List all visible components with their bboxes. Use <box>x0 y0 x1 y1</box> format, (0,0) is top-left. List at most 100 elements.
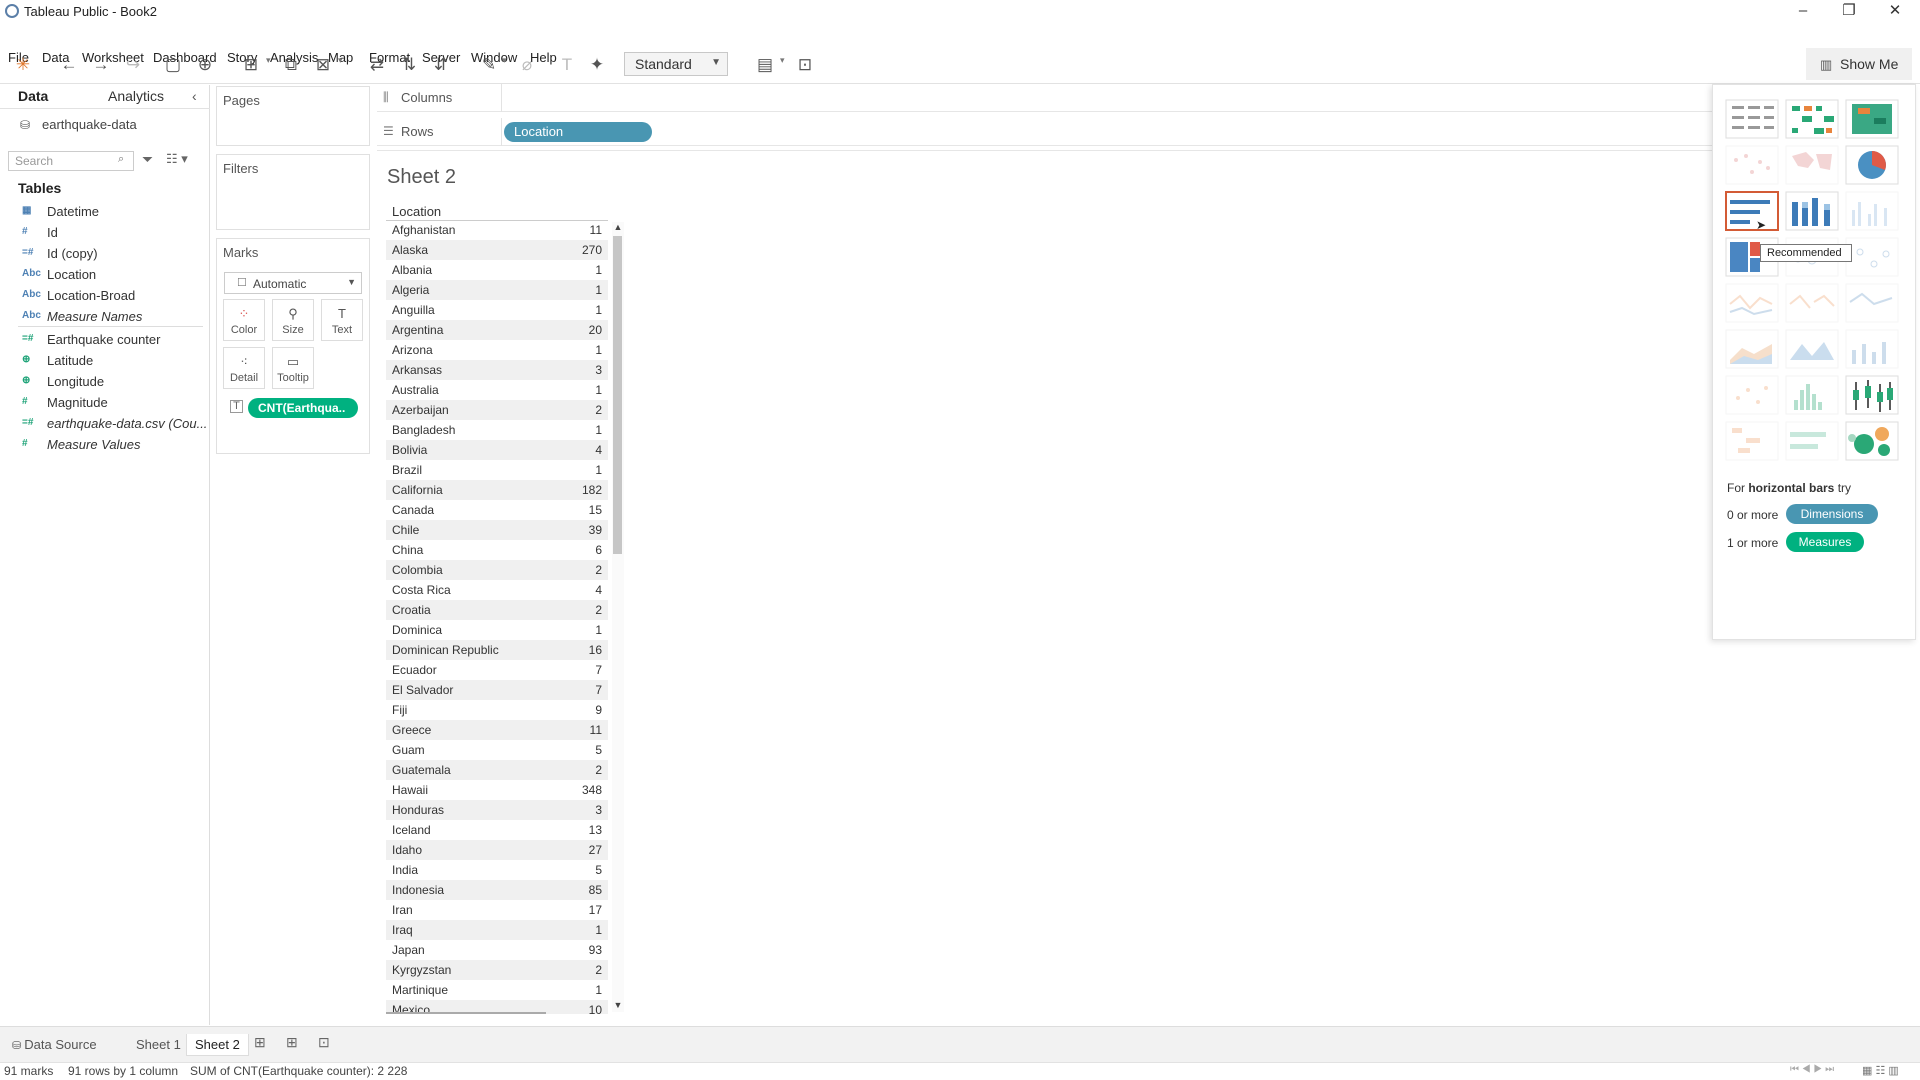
tableau-logo-icon[interactable]: ✳ <box>10 52 36 78</box>
continuous-area-chart-icon[interactable] <box>1725 329 1779 369</box>
table-row[interactable]: Iraq 1 <box>386 920 608 940</box>
field-item[interactable]: # Measure Values <box>0 435 205 455</box>
new-dashboard-tab-icon[interactable]: ⊞ <box>286 1034 298 1051</box>
sort-ascending-icon[interactable]: ⇅ <box>396 52 422 78</box>
field-item[interactable]: # Id <box>0 223 205 243</box>
table-row[interactable]: Dominica 1 <box>386 620 608 640</box>
table-row[interactable]: El Salvador 7 <box>386 680 608 700</box>
pie-chart-icon[interactable] <box>1845 145 1899 185</box>
field-item[interactable]: # Magnitude <box>0 393 205 413</box>
table-row[interactable]: China 6 <box>386 540 608 560</box>
tab-data-source[interactable]: ⛁ Data Source <box>4 1034 105 1056</box>
text-table-chart-icon[interactable] <box>1725 99 1779 139</box>
restore-button[interactable]: ❐ <box>1826 0 1872 24</box>
color-button[interactable]: ⁘ Color <box>223 299 265 341</box>
scroll-up-icon[interactable]: ▲ <box>612 222 624 232</box>
table-row[interactable]: Azerbaijan 2 <box>386 400 608 420</box>
tab-sheet-2[interactable]: Sheet 2 <box>186 1034 249 1056</box>
table-row[interactable]: Afghanistan 11 <box>386 220 608 240</box>
clear-sheet-icon[interactable]: ⊠ <box>310 52 336 78</box>
tab-analytics[interactable]: Analytics <box>90 88 182 104</box>
swap-rows-columns-icon[interactable]: ⇄ <box>364 52 390 78</box>
field-item[interactable]: ⊕ Longitude <box>0 372 205 392</box>
table-row[interactable]: Alaska 270 <box>386 240 608 260</box>
table-row[interactable]: Bolivia 4 <box>386 440 608 460</box>
table-row[interactable]: Canada 15 <box>386 500 608 520</box>
symbol-map-chart-icon[interactable] <box>1725 145 1779 185</box>
table-row[interactable]: Brazil 1 <box>386 460 608 480</box>
table-row[interactable]: Croatia 2 <box>386 600 608 620</box>
minimize-button[interactable]: – <box>1780 0 1826 24</box>
horizontal-bars-chart-icon[interactable] <box>1725 191 1779 231</box>
discrete-lines-chart-icon[interactable] <box>1785 283 1839 323</box>
table-row[interactable]: Hawaii 348 <box>386 780 608 800</box>
text-button[interactable]: T Text <box>321 299 363 341</box>
undo-icon[interactable]: ← <box>56 52 82 78</box>
show-cards-icon[interactable]: ▤ <box>752 52 778 78</box>
table-row[interactable]: Bangladesh 1 <box>386 420 608 440</box>
table-row[interactable]: India 5 <box>386 860 608 880</box>
highlight-icon[interactable]: ✎ <box>476 52 502 78</box>
scrollbar-thumb[interactable] <box>613 236 622 554</box>
discrete-area-chart-icon[interactable] <box>1785 329 1839 369</box>
side-by-side-bars-chart-icon[interactable] <box>1845 191 1899 231</box>
columns-shelf[interactable]: ⫼ Columns <box>377 84 1712 112</box>
continuous-lines-chart-icon[interactable] <box>1725 283 1779 323</box>
table-row[interactable]: Anguilla 1 <box>386 300 608 320</box>
table-row[interactable]: Honduras 3 <box>386 800 608 820</box>
table-row[interactable]: Fiji 9 <box>386 700 608 720</box>
field-item[interactable]: =# Earthquake counter <box>0 330 205 350</box>
tooltip-button[interactable]: ▭ Tooltip <box>272 347 314 389</box>
replay-icon[interactable]: ↪ <box>120 52 146 78</box>
highlight-table-chart-icon[interactable] <box>1845 99 1899 139</box>
table-row[interactable]: Arizona 1 <box>386 340 608 360</box>
fix-axes-icon[interactable]: ✦ <box>584 52 610 78</box>
table-row[interactable]: Australia 1 <box>386 380 608 400</box>
sort-descending-icon[interactable]: ⇵ <box>428 52 454 78</box>
table-row[interactable]: Colombia 2 <box>386 560 608 580</box>
field-item[interactable]: ⊕ Latitude <box>0 351 205 371</box>
side-by-side-circles-chart-icon[interactable] <box>1845 237 1899 277</box>
table-row[interactable]: Ecuador 7 <box>386 660 608 680</box>
table-row[interactable]: Iceland 13 <box>386 820 608 840</box>
horizontal-scrollbar[interactable] <box>386 1012 546 1014</box>
table-row[interactable]: Martinique 1 <box>386 980 608 1000</box>
fit-select[interactable]: Standard ▼ <box>624 52 728 76</box>
view-options-icon[interactable]: ☷ ▾ <box>166 151 188 167</box>
table-row[interactable]: Guatemala 2 <box>386 760 608 780</box>
highlight-dropdown-icon[interactable]: ▾ <box>502 55 512 66</box>
presentation-mode-icon[interactable]: ⊡ <box>792 52 818 78</box>
mark-measure-pill[interactable]: CNT(Earthqua.. <box>248 398 358 418</box>
datasource-name[interactable]: earthquake-data <box>42 117 137 132</box>
stacked-bars-chart-icon[interactable] <box>1785 191 1839 231</box>
table-row[interactable]: Kyrgyzstan 2 <box>386 960 608 980</box>
scatter-plot-chart-icon[interactable] <box>1725 375 1779 415</box>
mark-type-select[interactable]: ☐ Automatic ▼ <box>224 272 362 294</box>
pages-card[interactable]: Pages <box>216 86 370 146</box>
tab-sheet-1[interactable]: Sheet 1 <box>128 1034 189 1056</box>
redo-icon[interactable]: → <box>88 52 114 78</box>
clear-dropdown-icon[interactable]: ▾ <box>338 55 348 66</box>
view-mode-icons[interactable]: ▦ ☷ ▥ <box>1862 1064 1899 1077</box>
new-datasource-icon[interactable]: ⊕ <box>192 52 218 78</box>
table-row[interactable]: Chile 39 <box>386 520 608 540</box>
field-item[interactable]: =# Id (copy) <box>0 244 205 264</box>
packed-bubbles-chart-icon[interactable] <box>1845 421 1899 461</box>
table-row[interactable]: Albania 1 <box>386 260 608 280</box>
heat-map-chart-icon[interactable] <box>1785 99 1839 139</box>
new-worksheet-tab-icon[interactable]: ⊞ <box>254 1034 266 1051</box>
table-row[interactable]: Dominican Republic 16 <box>386 640 608 660</box>
field-item[interactable]: ▦ Datetime <box>0 202 205 222</box>
scroll-down-icon[interactable]: ▼ <box>612 1000 624 1010</box>
group-members-icon[interactable]: ⌀ <box>514 52 540 78</box>
gantt-chart-icon[interactable] <box>1725 421 1779 461</box>
table-row[interactable]: Guam 5 <box>386 740 608 760</box>
field-item[interactable]: Abc Location <box>0 265 205 285</box>
table-row[interactable]: Costa Rica 4 <box>386 580 608 600</box>
show-labels-icon[interactable]: T <box>554 52 580 78</box>
location-column-header[interactable]: Location <box>392 204 441 219</box>
save-icon[interactable]: ▢ <box>160 52 186 78</box>
tab-data[interactable]: Data <box>0 88 66 104</box>
sheet-title[interactable]: Sheet 2 <box>387 166 456 189</box>
table-row[interactable]: California 182 <box>386 480 608 500</box>
